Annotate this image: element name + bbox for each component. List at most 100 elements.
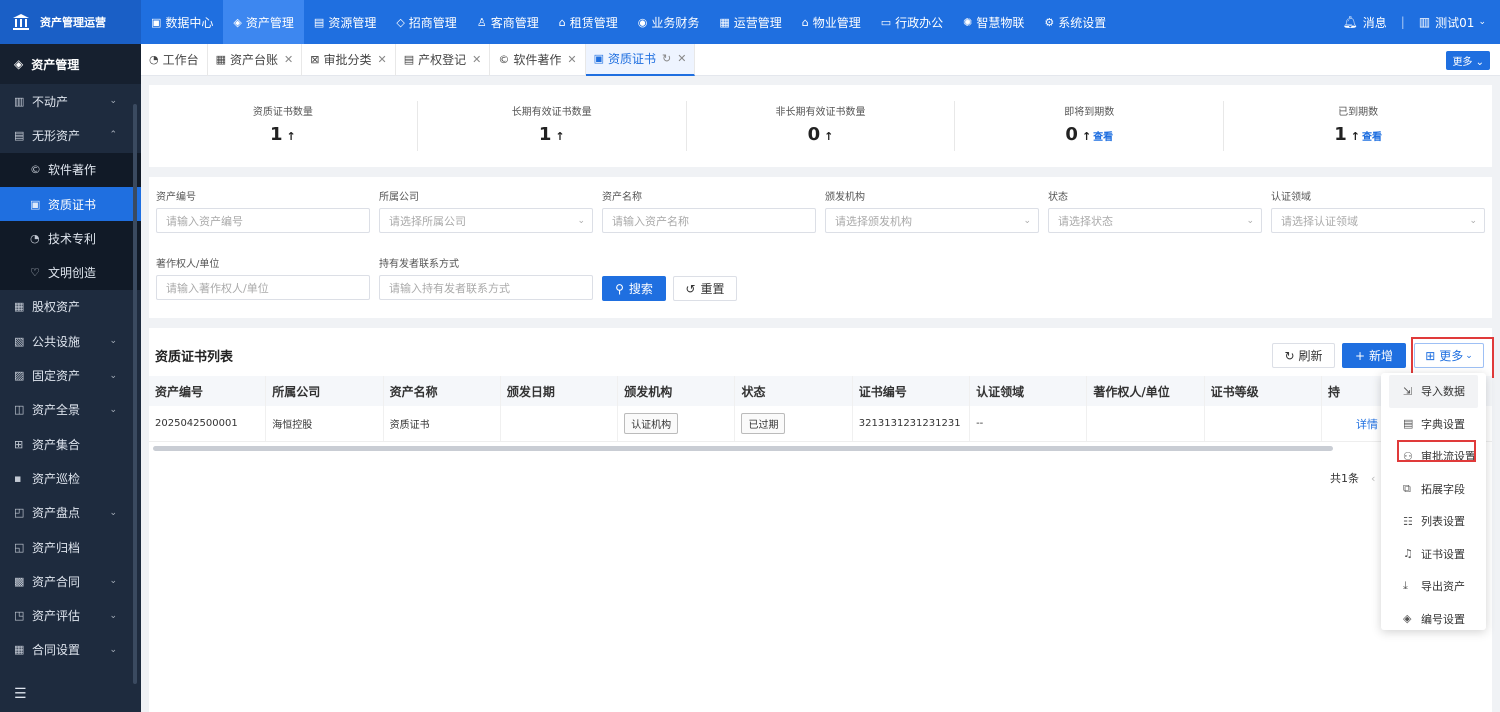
nav-investment[interactable]: ◇ 招商管理 — [386, 0, 466, 44]
domain-select[interactable]: 请选择认证领域 ⌄ — [1271, 208, 1485, 233]
nav-label: 资产管理 — [245, 15, 294, 30]
sidebar-item[interactable]: ▨ 固定资产 ⌄ — [0, 358, 141, 392]
gear-icon: ⚙ — [1044, 15, 1055, 29]
chevron-icon: ⌄ — [109, 576, 117, 587]
menu-item-extend-fields[interactable]: ⧉ 拓展字段 — [1381, 473, 1486, 506]
detail-link[interactable]: 详情 — [1356, 406, 1378, 442]
chevron-icon: ⌄ — [109, 610, 117, 621]
sidebar-item[interactable]: ▣ 资质证书 — [0, 186, 141, 222]
chevron-down-icon[interactable]: ⌄ — [1478, 17, 1486, 27]
menu-item-certificate-settings[interactable]: ♫ 证书设置 — [1381, 538, 1486, 571]
nav-finance[interactable]: ◉ 业务财务 — [628, 0, 710, 44]
filter-status: 状态 请选择状态 ⌄ — [1048, 188, 1262, 233]
tab-software-copyright[interactable]: © 软件著作 ✕ — [490, 43, 586, 76]
nav-merchants[interactable]: ♙ 客商管理 — [467, 0, 549, 44]
sidebar-item-label: 资产归档 — [32, 540, 81, 555]
search-button[interactable]: ⚲ 搜索 — [602, 276, 666, 301]
nav-operations[interactable]: ▦ 运营管理 — [709, 0, 791, 44]
nav-property[interactable]: ⌂ 物业管理 — [792, 0, 871, 44]
menu-label: 字典设置 — [1421, 417, 1465, 431]
menu-item-import[interactable]: ⇲ 导入数据 — [1389, 375, 1478, 408]
sidebar-item[interactable]: ◰ 资产盘点 ⌄ — [0, 496, 141, 530]
tab-asset-ledger[interactable]: ▦ 资产台账 ✕ — [208, 43, 303, 76]
sidebar-item[interactable]: ▧ 公共设施 ⌄ — [0, 324, 141, 358]
add-button[interactable]: + 新增 — [1342, 343, 1406, 368]
menu-icon: ⊞ — [14, 437, 24, 451]
user-menu[interactable]: 测试01 — [1435, 14, 1474, 31]
view-link[interactable]: 查看 — [1362, 132, 1382, 143]
table-row[interactable]: 2025042500001 海恒控股 资质证书 认证机构 已过期 3213131… — [149, 406, 1492, 442]
sidebar-item[interactable]: ▪ 资产巡检 — [0, 461, 141, 495]
close-icon[interactable]: ✕ — [677, 52, 686, 65]
tab-property-registration[interactable]: ▤ 产权登记 ✕ — [396, 43, 491, 76]
tab-workbench[interactable]: ◔ 工作台 — [141, 43, 208, 76]
refresh-button[interactable]: ↻ 刷新 — [1272, 343, 1335, 368]
sidebar-item-label: 固定资产 — [32, 369, 81, 384]
menu-label: 编号设置 — [1421, 612, 1465, 626]
collapse-menu-icon[interactable]: ☰ — [14, 686, 27, 702]
arrow-up-icon: ↑ — [824, 130, 834, 143]
desk-icon: ▭ — [880, 15, 892, 29]
sidebar-item[interactable]: ▦ 合同设置 ⌄ — [0, 633, 141, 667]
chevron-left-icon[interactable]: ‹ — [1371, 472, 1375, 485]
highlight-box-more — [1411, 337, 1494, 378]
tab-qualification-certificate[interactable]: ▣ 资质证书 ↻ ✕ — [585, 43, 696, 76]
menu-icon: ▤ — [14, 128, 25, 142]
close-icon[interactable]: ✕ — [284, 53, 293, 66]
cell-cert-number: 3213131231231231 — [853, 406, 971, 441]
sidebar-item-label: 不动产 — [32, 94, 69, 109]
chevron-icon: ⌄ — [109, 336, 117, 347]
stat-long-term: 长期有效证书数量 1 ↑ — [418, 101, 687, 151]
nav-office[interactable]: ▭ 行政办公 — [871, 0, 953, 44]
filter-company: 所属公司 请选择所属公司 ⌄ — [379, 188, 593, 233]
filter-domain: 认证领域 请选择认证领域 ⌄ — [1271, 188, 1485, 233]
horizontal-scrollbar[interactable] — [153, 446, 1333, 451]
nav-leasing[interactable]: ⌂ 租赁管理 — [549, 0, 628, 44]
contact-input[interactable]: 请输入持有发者联系方式 — [379, 275, 593, 300]
sidebar-item[interactable]: © 软件著作 — [0, 152, 141, 187]
menu-item-list-settings[interactable]: ☷ 列表设置 — [1381, 505, 1486, 538]
close-icon[interactable]: ✕ — [472, 53, 481, 66]
menu-item-export[interactable]: ⤓ 导出资产 — [1381, 570, 1486, 603]
asset-code-input[interactable]: 请输入资产编号 — [156, 208, 370, 233]
nav-data-center[interactable]: ▣ 数据中心 — [141, 0, 223, 44]
sidebar-item[interactable]: ▦ 股权资产 — [0, 290, 141, 324]
company-select[interactable]: 请选择所属公司 ⌄ — [379, 208, 593, 233]
sidebar-item[interactable]: ♡ 文明创造 — [0, 255, 141, 290]
sidebar-item-label: 资产评估 — [32, 609, 81, 624]
sidebar-item[interactable]: ◔ 技术专利 — [0, 221, 141, 256]
asset-name-input[interactable]: 请输入资产名称 — [602, 208, 816, 233]
nav-label: 资源管理 — [328, 15, 377, 30]
nav-asset-management[interactable]: ◈ 资产管理 — [223, 0, 304, 44]
sidebar-item[interactable]: ▤ 无形资产 ⌃ — [0, 118, 141, 152]
issuer-select[interactable]: 请选择颁发机构 ⌄ — [825, 208, 1039, 233]
sidebar-scrollbar[interactable] — [133, 104, 137, 684]
sidebar-item[interactable]: ◱ 资产归档 — [0, 530, 141, 564]
import-icon: ⇲ — [1403, 384, 1413, 398]
messages-link[interactable]: 消息 — [1363, 14, 1387, 31]
sidebar-item-label: 无形资产 — [32, 128, 81, 143]
view-link[interactable]: 查看 — [1093, 132, 1113, 143]
tab-approval-category[interactable]: ⊠ 审批分类 ✕ — [302, 43, 396, 76]
tabs-more-button[interactable]: 更多 ⌄ — [1446, 51, 1490, 70]
nav-settings[interactable]: ⚙ 系统设置 — [1034, 0, 1116, 44]
nav-iot[interactable]: ✺ 智慧物联 — [953, 0, 1034, 44]
close-icon[interactable]: ✕ — [378, 53, 387, 66]
sidebar-item[interactable]: ◳ 资产评估 ⌄ — [0, 598, 141, 632]
cell-status: 已过期 — [735, 406, 853, 441]
sidebar-item[interactable]: ▩ 资产合同 ⌄ — [0, 564, 141, 598]
nav-resource-management[interactable]: ▤ 资源管理 — [304, 0, 386, 44]
menu-item-dictionary[interactable]: ▤ 字典设置 — [1381, 408, 1486, 441]
status-select[interactable]: 请选择状态 ⌄ — [1048, 208, 1262, 233]
reset-button[interactable]: ↺ 重置 — [673, 276, 737, 301]
refresh-icon[interactable]: ↻ — [662, 52, 671, 65]
sidebar-item[interactable]: ◫ 资产全景 ⌄ — [0, 393, 141, 427]
list-icon: ☷ — [1403, 514, 1413, 528]
sidebar-item[interactable]: ⊞ 资产集合 — [0, 427, 141, 461]
sidebar-item[interactable]: ▥ 不动产 ⌄ — [0, 84, 141, 118]
document-icon: ▤ — [403, 53, 415, 66]
owner-input[interactable]: 请输入著作权人/单位 — [156, 275, 370, 300]
menu-item-number-settings[interactable]: ◈ 编号设置 — [1381, 603, 1486, 636]
close-icon[interactable]: ✕ — [567, 53, 576, 66]
building-logo-icon — [10, 11, 32, 33]
